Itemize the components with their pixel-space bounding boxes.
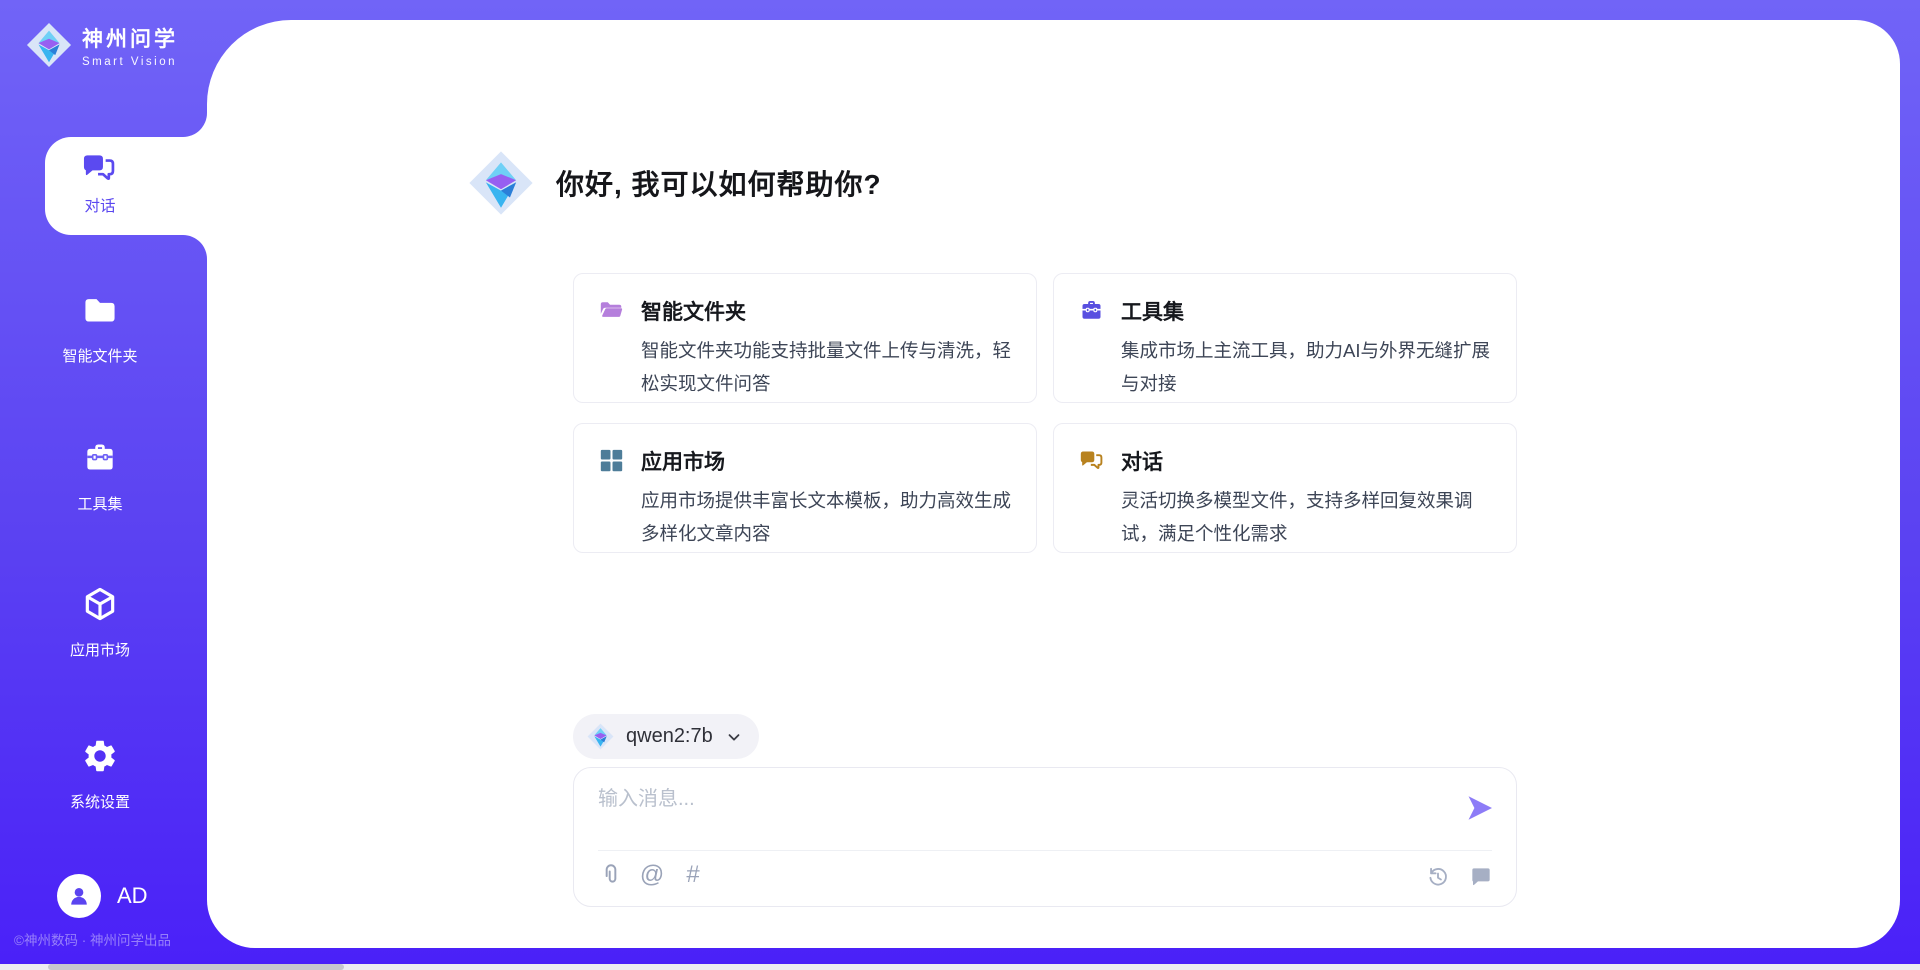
sidebar-item-smart-folder[interactable]: 智能文件夹 [0,291,200,366]
footer-credit: ©神州数码 · 神州问学出品 [14,929,171,949]
brand-tagline: Smart Vision [82,56,178,68]
card-chat[interactable]: 对话 灵活切换多模型文件，支持多样回复效果调试，满足个性化需求 [1053,423,1517,553]
card-title: 智能文件夹 [641,296,1012,326]
grid-icon [598,447,625,474]
sidebar-item-chat[interactable]: 对话 [45,137,207,235]
greeting: 你好, 我可以如何帮助你? [468,150,882,216]
card-title: 工具集 [1121,296,1492,326]
toolbox-icon [1078,297,1105,324]
sidebar-item-toolset[interactable]: 工具集 [0,439,200,514]
composer-tools-left: @ # [598,862,706,888]
chat-bubbles-icon [80,149,118,187]
paperclip-icon [598,862,624,888]
chat-bubble-icon [1468,864,1494,890]
topic-button[interactable]: # [680,862,706,888]
sidebar-item-settings[interactable]: 系统设置 [0,737,200,812]
tab-fillet-bottom [183,235,207,259]
send-button[interactable] [1464,792,1496,824]
folder-icon [81,291,119,329]
history-button[interactable] [1425,864,1451,890]
open-folder-icon [598,297,625,324]
gear-icon [81,737,119,775]
card-desc: 应用市场提供丰富长文本模板，助力高效生成多样化文章内容 [641,484,1012,550]
message-input[interactable] [598,782,1448,844]
brand-text: 神州问学 Smart Vision [82,23,178,68]
paper-plane-icon [1464,792,1496,824]
history-clock-icon [1425,864,1451,890]
app-window: 神州问学 Smart Vision 对话 智能文件夹 [0,0,1920,970]
card-desc: 智能文件夹功能支持批量文件上传与清洗，轻松实现文件问答 [641,334,1012,400]
card-body: 工具集 集成市场上主流工具，助力AI与外界无缝扩展与对接 [1121,296,1492,400]
chat-bubbles-icon [1078,447,1105,474]
card-title: 对话 [1121,446,1492,476]
card-body: 智能文件夹 智能文件夹功能支持批量文件上传与清洗，轻松实现文件问答 [641,296,1012,400]
scrollbar-thumb[interactable] [48,964,344,970]
mention-button[interactable]: @ [639,862,665,888]
sidebar-item-label: 应用市场 [0,639,200,660]
brand-name: 神州问学 [82,23,178,53]
greeting-text: 你好, 我可以如何帮助你? [556,163,882,203]
sidebar: 神州问学 Smart Vision 对话 智能文件夹 [0,0,207,970]
sidebar-item-label: 工具集 [0,493,200,514]
composer-tools-right [1425,864,1494,890]
cube-icon [81,585,119,623]
brand-logo-icon [26,22,72,68]
new-chat-button[interactable] [1468,864,1494,890]
toolbox-icon [81,439,119,477]
message-composer: @ # [573,767,1517,907]
card-body: 应用市场 应用市场提供丰富长文本模板，助力高效生成多样化文章内容 [641,446,1012,550]
avatar [57,874,101,918]
sidebar-item-label: 智能文件夹 [0,345,200,366]
chevron-down-icon [725,728,743,746]
card-desc: 灵活切换多模型文件，支持多样回复效果调试，满足个性化需求 [1121,484,1492,550]
card-title: 应用市场 [641,446,1012,476]
card-toolset[interactable]: 工具集 集成市场上主流工具，助力AI与外界无缝扩展与对接 [1053,273,1517,403]
feature-cards: 智能文件夹 智能文件夹功能支持批量文件上传与清洗，轻松实现文件问答 工具集 集成… [573,273,1517,553]
sidebar-item-label: 系统设置 [0,791,200,812]
card-desc: 集成市场上主流工具，助力AI与外界无缝扩展与对接 [1121,334,1492,400]
sidebar-item-label: 对话 [45,194,155,216]
card-smart-folder[interactable]: 智能文件夹 智能文件夹功能支持批量文件上传与清洗，轻松实现文件问答 [573,273,1037,403]
main-panel: 你好, 我可以如何帮助你? 智能文件夹 智能文件夹功能支持批量文件上传与清洗，轻… [207,20,1900,948]
model-name: qwen2:7b [626,725,713,748]
attach-file-button[interactable] [598,862,624,888]
tab-fillet-top [183,113,207,137]
card-body: 对话 灵活切换多模型文件，支持多样回复效果调试，满足个性化需求 [1121,446,1492,550]
model-selector[interactable]: qwen2:7b [573,714,759,759]
brand: 神州问学 Smart Vision [26,22,178,68]
person-icon [66,883,92,909]
sidebar-item-app-market[interactable]: 应用市场 [0,585,200,660]
composer-divider [598,850,1492,851]
horizontal-scrollbar[interactable] [0,964,1920,970]
card-app-market[interactable]: 应用市场 应用市场提供丰富长文本模板，助力高效生成多样化文章内容 [573,423,1037,553]
model-logo-icon [587,723,614,750]
user-name: AD [117,883,148,909]
user-profile[interactable]: AD [57,874,148,918]
assistant-logo-icon [468,150,534,216]
